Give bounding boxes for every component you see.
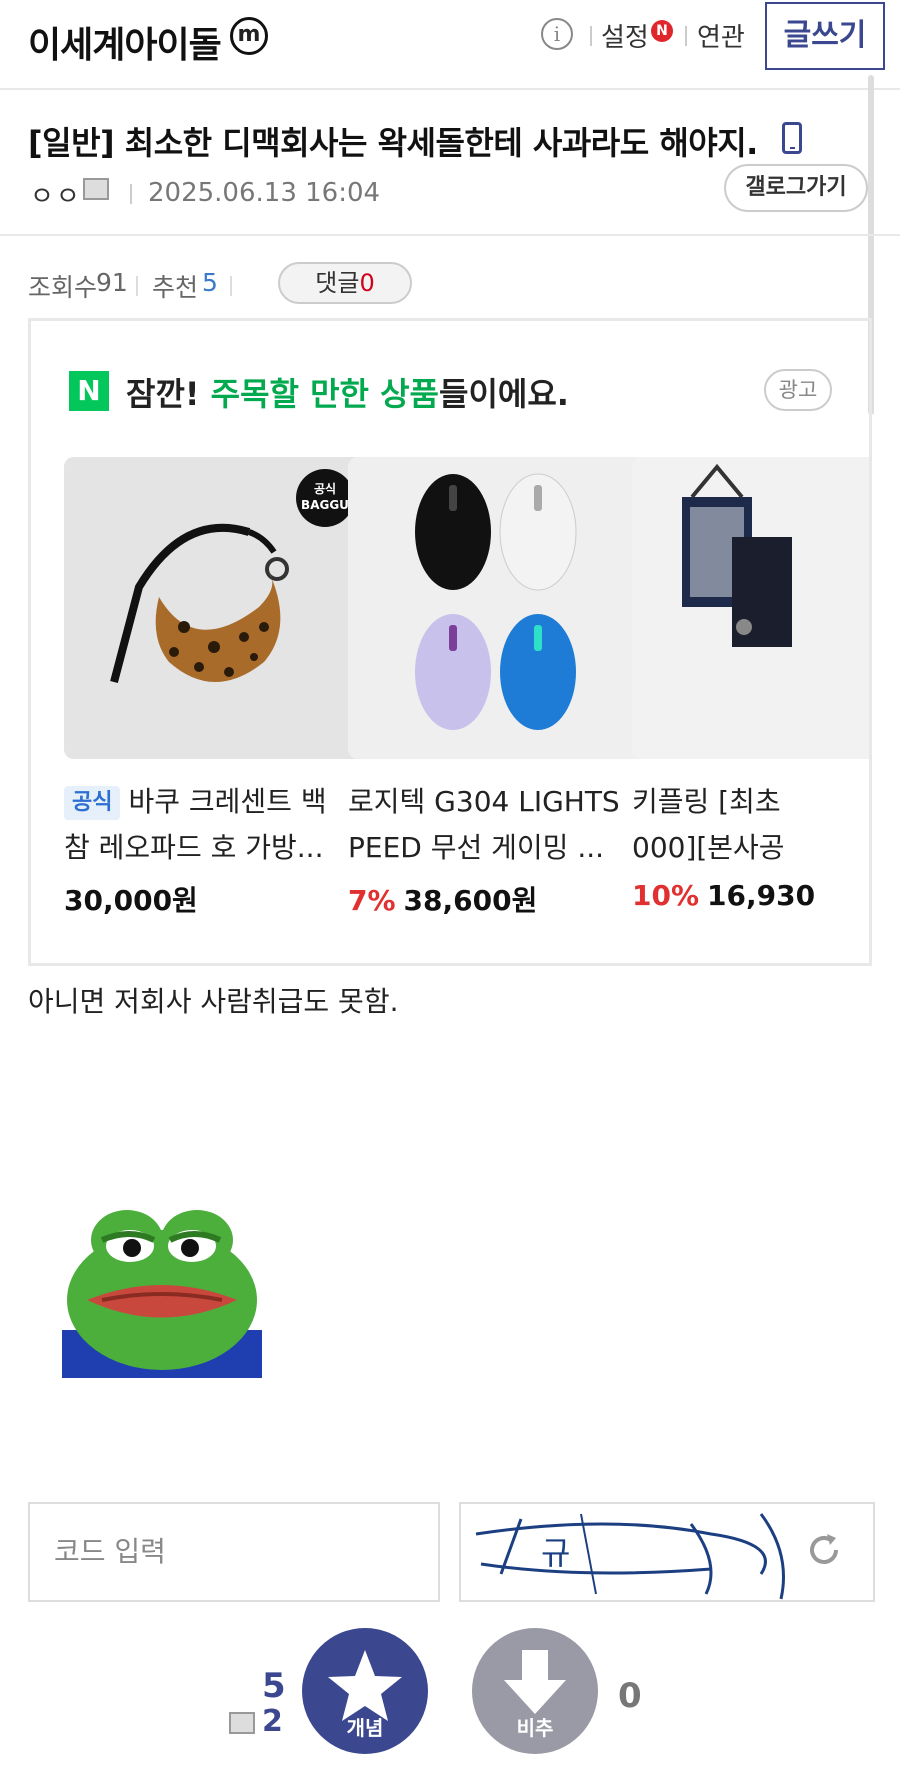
gallog-button[interactable]: 갤로그가기	[724, 164, 868, 212]
product-image-crossbody-bag[interactable]	[632, 457, 869, 759]
product-name[interactable]: 로지텍 G304 LIGHTS PEED 무선 게이밍 ...	[348, 779, 648, 871]
minor-gallery-icon: m	[230, 17, 268, 55]
views-count: 91	[96, 268, 128, 297]
new-badge: N	[651, 20, 673, 42]
ad-product-card[interactable]: 키플링 [최초 000][본사공 10% 16,930	[632, 457, 869, 912]
refresh-icon[interactable]	[806, 1532, 842, 1568]
discount-rate: 10%	[632, 879, 700, 912]
divider	[136, 276, 138, 296]
ad-product-card[interactable]: 공식 BAGGU 공식 바쿠 크레센트 백 참 레오파드 호 가방... 30,00…	[64, 457, 364, 919]
comment-button[interactable]: 댓글0	[278, 262, 412, 304]
official-store-badge: 공식 BAGGU	[296, 469, 354, 527]
divider	[685, 26, 687, 46]
product-price: 10% 16,930	[632, 879, 816, 912]
recommend-label: 개념	[346, 1716, 384, 1740]
product-name[interactable]: 공식 바쿠 크레센트 백 참 레오파드 호 가방...	[64, 779, 364, 871]
discount-rate: 7%	[348, 884, 396, 917]
comment-label: 댓글	[315, 269, 360, 297]
captcha-code-input[interactable]: 코드 입력	[28, 1502, 440, 1602]
product-price: 30,000원	[64, 884, 198, 917]
author-name[interactable]: ㅇㅇ	[30, 176, 82, 213]
recommend-count: 5	[202, 268, 218, 297]
not-recommend-count: 0	[618, 1676, 642, 1716]
captcha-text: 규	[541, 1534, 570, 1572]
fixed-user-icon	[229, 1712, 255, 1734]
post-body-text: 아니면 저회사 사람취급도 못함.	[28, 985, 399, 1018]
top-bar: 이세계아이돌 m i 설정 N 연관 글쓰기	[0, 0, 900, 90]
gallery-title[interactable]: 이세계아이돌	[28, 16, 222, 68]
fixed-recommend-count: 2	[262, 1704, 283, 1739]
related-link[interactable]: 연관	[697, 17, 745, 54]
post-stats: 조회수 91 추천 5 댓글0	[28, 262, 888, 304]
divider	[230, 276, 232, 296]
official-tag: 공식	[64, 786, 121, 820]
product-image-bag[interactable]: 공식 BAGGU	[64, 457, 364, 759]
ad-product-card[interactable]: 로지텍 G304 LIGHTS PEED 무선 게이밍 ... 7% 38,600…	[348, 457, 648, 919]
product-price: 7% 38,600원	[348, 884, 538, 917]
divider	[590, 26, 592, 46]
divider	[130, 184, 132, 204]
not-recommend-button[interactable]: 비추	[472, 1628, 598, 1754]
recommend-label: 추천	[152, 273, 199, 302]
pepe-frog-image	[62, 1200, 262, 1378]
product-image-mouse[interactable]	[348, 457, 648, 759]
recommend-count: 5	[262, 1666, 286, 1706]
write-button[interactable]: 글쓰기	[765, 2, 885, 70]
info-icon[interactable]: i	[541, 18, 573, 50]
post-title: [일반] 최소한 디맥회사는 왁세돌한테 사과라도 해야지.	[28, 124, 758, 162]
naver-ad-box: N 잠깐! 주목할 만한 상품들이에요. 광고 공식 BAGGU 공식 바쿠 크레센…	[28, 318, 872, 966]
post-header: [일반] 최소한 디맥회사는 왁세돌한테 사과라도 해야지. ㅇㅇ 2025.0…	[0, 90, 900, 236]
ad-label[interactable]: 광고	[764, 369, 832, 411]
naver-logo-icon: N	[69, 371, 109, 411]
recommend-button[interactable]: 개념	[302, 1628, 428, 1754]
post-date: 2025.06.13 16:04	[148, 178, 381, 208]
comment-count: 0	[359, 269, 375, 297]
settings-link[interactable]: 설정	[601, 17, 649, 54]
fixed-user-icon	[83, 178, 109, 200]
not-recommend-label: 비추	[516, 1716, 554, 1740]
ad-headline: 잠깐! 주목할 만한 상품들이에요.	[126, 375, 569, 413]
mobile-icon	[782, 122, 802, 154]
views-label: 조회수	[28, 273, 98, 302]
product-name[interactable]: 키플링 [최초 000][본사공	[632, 779, 869, 871]
